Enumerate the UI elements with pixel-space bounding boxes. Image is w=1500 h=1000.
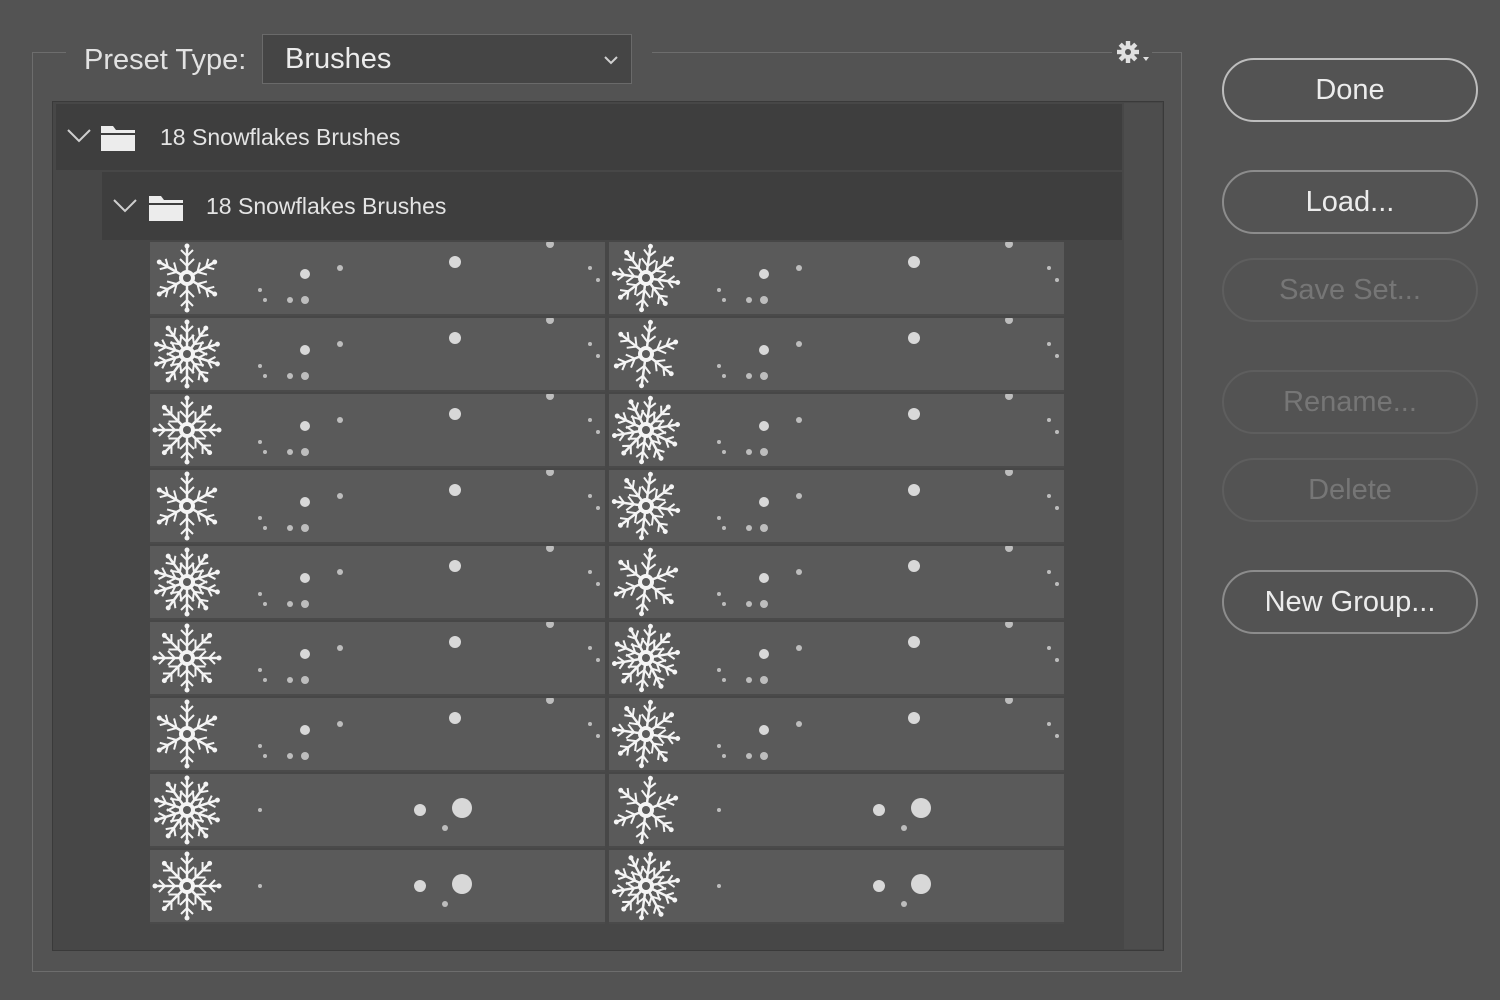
tree-subgroup-label: 18 Snowflakes Brushes — [206, 193, 447, 219]
snowflake-icon — [613, 318, 1059, 389]
preset-type-select[interactable]: Brushes — [262, 34, 632, 84]
snowflake-icon — [152, 851, 472, 921]
snowflake-icon — [611, 851, 931, 921]
chevron-down-icon — [604, 56, 618, 65]
brush-preset-item[interactable] — [150, 698, 605, 772]
new-group-button[interactable]: New Group... — [1222, 570, 1478, 634]
snowflake-icon — [152, 622, 600, 693]
brush-preset-item[interactable] — [609, 546, 1064, 620]
brush-preset-item[interactable] — [150, 850, 605, 924]
snowflake-icon — [613, 546, 1059, 617]
load-button[interactable]: Load... — [1222, 170, 1478, 234]
snowflake-icon — [152, 394, 600, 465]
snowflake-icon — [154, 546, 600, 617]
snowflake-icon — [611, 470, 1059, 541]
snowflake-icon — [611, 242, 1059, 313]
brush-preset-item[interactable] — [609, 242, 1064, 316]
brush-preset-item[interactable] — [609, 318, 1064, 392]
brush-preset-item[interactable] — [150, 470, 605, 544]
delete-button[interactable]: Delete — [1222, 458, 1478, 522]
preset-type-label: Preset Type: — [84, 44, 247, 76]
brush-preset-item[interactable] — [609, 470, 1064, 544]
snowflake-icon — [611, 698, 1059, 769]
tree-group-row[interactable]: 18 Snowflakes Brushes — [56, 104, 1122, 170]
chevron-down-icon[interactable] — [66, 126, 92, 146]
chevron-down-icon[interactable] — [112, 196, 138, 216]
done-button[interactable]: Done — [1222, 58, 1478, 122]
brush-preset-item[interactable] — [150, 622, 605, 696]
brush-preset-item[interactable] — [150, 242, 605, 316]
tree-subgroup-row[interactable]: 18 Snowflakes Brushes — [102, 172, 1122, 240]
brush-preset-item[interactable] — [609, 774, 1064, 848]
snowflake-icon — [611, 394, 1059, 465]
snowflake-icon — [156, 242, 600, 313]
brush-preset-item[interactable] — [609, 394, 1064, 468]
brush-preset-item[interactable] — [150, 546, 605, 620]
gear-menu-icon — [1117, 41, 1149, 63]
snowflake-icon — [156, 698, 600, 769]
brush-preset-item[interactable] — [609, 850, 1064, 924]
rename-button[interactable]: Rename... — [1222, 370, 1478, 434]
snowflake-icon — [154, 775, 472, 845]
brush-preset-item[interactable] — [150, 394, 605, 468]
snowflake-icon — [613, 775, 931, 845]
brush-preset-item[interactable] — [609, 622, 1064, 696]
preset-type-value: Brushes — [285, 43, 392, 75]
tree-group-label: 18 Snowflakes Brushes — [160, 124, 401, 150]
folder-icon — [101, 126, 135, 151]
save-set-button[interactable]: Save Set... — [1222, 258, 1478, 322]
folder-icon — [149, 196, 183, 221]
brush-preset-item[interactable] — [150, 774, 605, 848]
brush-preset-item[interactable] — [150, 318, 605, 392]
gear-icon[interactable] — [1112, 38, 1152, 70]
snowflake-icon — [154, 318, 600, 389]
brush-thumbnail-grid — [150, 242, 1064, 926]
snowflake-icon — [611, 622, 1059, 693]
brush-preset-item[interactable] — [609, 698, 1064, 772]
snowflake-icon — [156, 470, 600, 541]
scrollbar-track[interactable] — [1124, 103, 1162, 949]
